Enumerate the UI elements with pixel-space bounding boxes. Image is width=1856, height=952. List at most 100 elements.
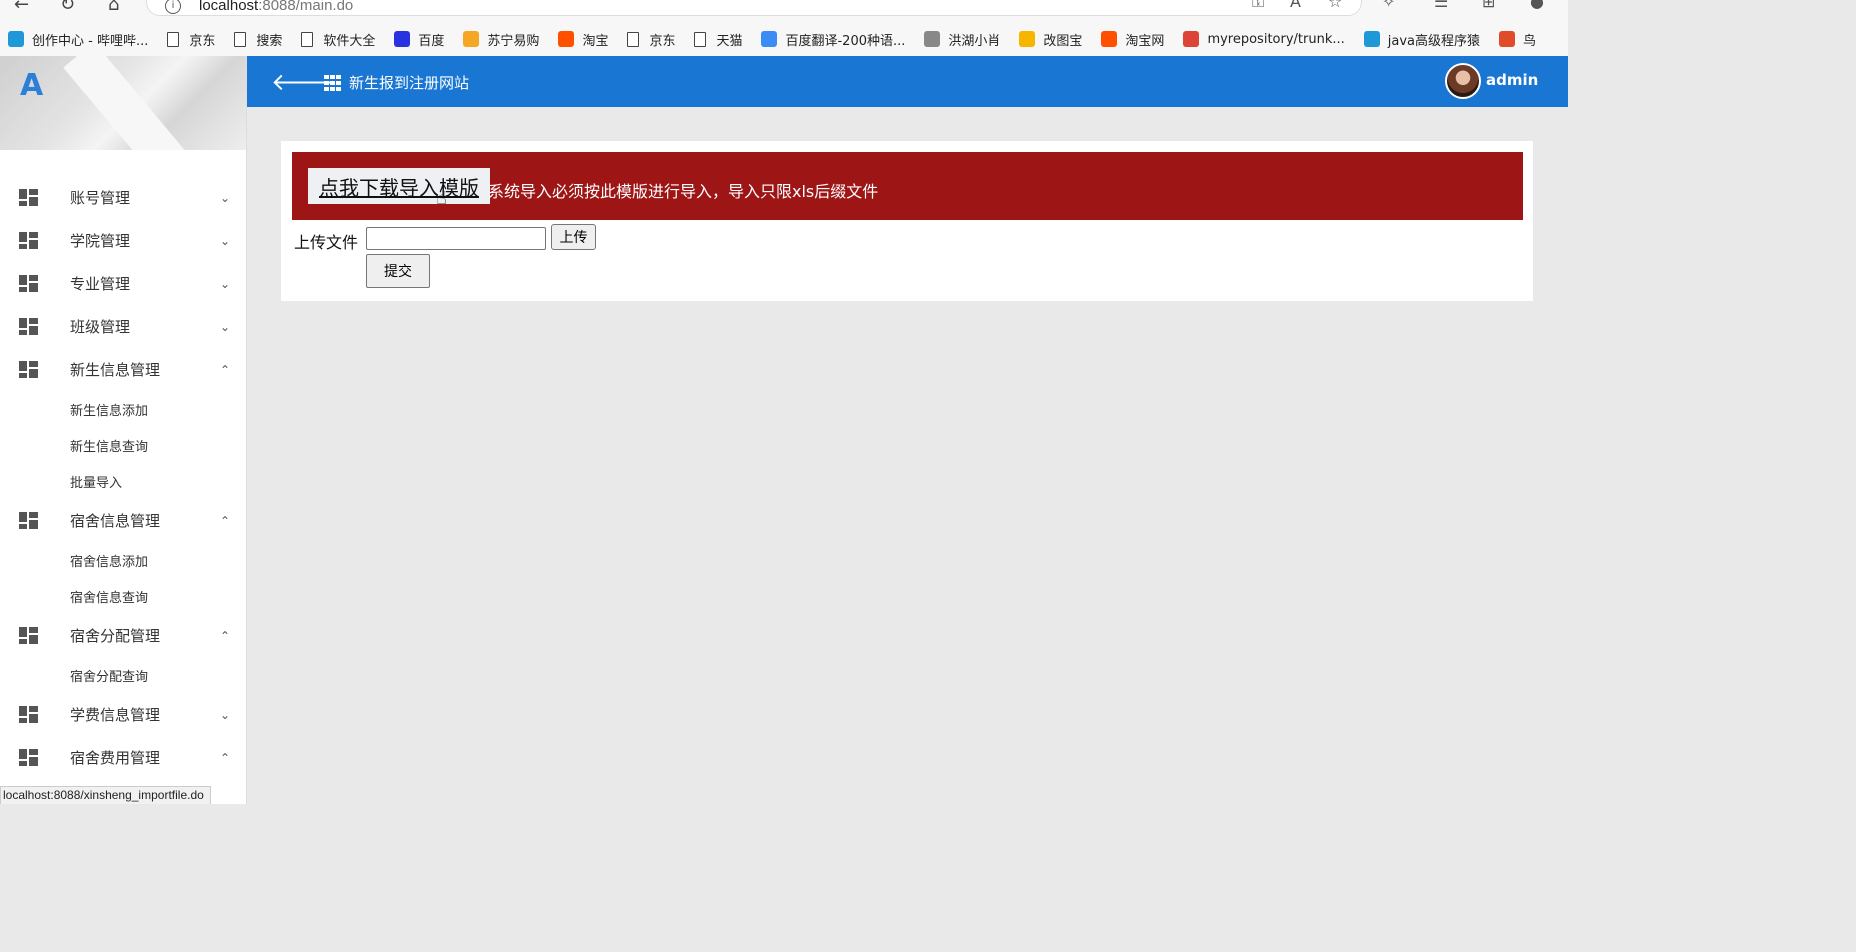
- bookmark-label: 百度: [418, 33, 445, 49]
- gaitubao-icon: [1019, 31, 1036, 47]
- bookmark-item[interactable]: 京东: [627, 30, 675, 49]
- url-path: :8088/main.do: [258, 0, 354, 14]
- extensions-icon[interactable]: ✧: [1382, 0, 1395, 11]
- sidebar-item[interactable]: 专业管理 ⌄: [0, 262, 246, 305]
- taobao-icon: [558, 31, 575, 47]
- page-icon: [694, 31, 707, 47]
- back-icon[interactable]: ←: [14, 0, 29, 15]
- submit-button[interactable]: 提交: [366, 254, 430, 288]
- bookmark-label: 天猫: [716, 33, 743, 49]
- bookmark-label: 百度翻译-200种语...: [785, 33, 906, 49]
- username[interactable]: admin: [1486, 71, 1538, 89]
- bookmark-item[interactable]: 淘宝: [558, 30, 608, 49]
- bookmark-item[interactable]: 京东: [167, 30, 215, 49]
- bookmark-item[interactable]: 天猫: [694, 30, 742, 49]
- dashboard-icon: [19, 706, 38, 723]
- chevron-down-icon: ⌄: [220, 319, 231, 334]
- dashboard-icon: [19, 232, 38, 249]
- bookmark-label: 搜索: [256, 33, 283, 49]
- page-icon: [234, 31, 247, 47]
- bookmark-item[interactable]: 百度翻译-200种语...: [761, 30, 905, 49]
- upload-file-label: 上传文件: [294, 233, 359, 252]
- sidebar-item-label: 宿舍分配管理: [70, 627, 161, 645]
- sidebar-subitem[interactable]: 宿舍信息添加: [0, 542, 246, 578]
- bookmark-item[interactable]: 百度: [394, 30, 444, 49]
- download-template-button[interactable]: 点我下载导入模版: [308, 168, 490, 204]
- sidebar-subitem[interactable]: 新生信息添加: [0, 391, 246, 427]
- sidebar-item-label: 学院管理: [70, 232, 131, 250]
- apps-grid-icon: [324, 75, 342, 91]
- bookmark-item[interactable]: java高级程序猿: [1363, 30, 1481, 49]
- status-bar-url: localhost:8088/xinsheng_importfile.do: [0, 786, 211, 804]
- address-bar[interactable]: i localhost:8088/main.do: [146, 0, 1362, 16]
- site-info-icon[interactable]: i: [165, 0, 181, 14]
- profile-icon[interactable]: ●: [1530, 0, 1544, 11]
- sidebar-item[interactable]: 班级管理 ⌄: [0, 305, 246, 348]
- hand-cursor-icon: ☝: [436, 188, 447, 209]
- sidebar-item[interactable]: 新生信息管理 ⌃: [0, 348, 246, 391]
- sidebar-item-label: 学费信息管理: [70, 706, 161, 724]
- bookmark-item[interactable]: 洪湖小肖: [924, 30, 1000, 49]
- bookmark-item[interactable]: 鸟: [1499, 30, 1536, 49]
- reload-icon[interactable]: ↻: [60, 0, 75, 15]
- bookmark-item[interactable]: 软件大全: [301, 30, 375, 49]
- bookmark-item[interactable]: 淘宝网: [1101, 30, 1164, 49]
- bookmark-label: 苏宁易购: [487, 33, 540, 49]
- bookmark-label: 京东: [649, 33, 676, 49]
- chevron-down-icon: ⌄: [220, 233, 231, 248]
- site-title: 新生报到注册网站: [349, 74, 470, 92]
- sidebar-item[interactable]: 宿舍分配管理 ⌃: [0, 614, 246, 657]
- sidebar-item-label: 专业管理: [70, 275, 131, 293]
- dashboard-icon: [19, 275, 38, 292]
- sidebar-item[interactable]: 宿舍费用管理 ⌃: [0, 736, 246, 779]
- sidebar-item-label: 宿舍费用管理: [70, 749, 161, 767]
- bookmark-item[interactable]: 搜索: [234, 30, 282, 49]
- chevron-up-icon: ⌃: [220, 750, 231, 765]
- chevron-down-icon: ⌄: [220, 707, 231, 722]
- user-avatar[interactable]: [1445, 63, 1481, 99]
- sidebar: A 账号管理 ⌄ 学院管理 ⌄ 专业管理 ⌄ 班级管理 ⌄ 新生信息管理 ⌃ 新生信息添加 新生信息查…: [0, 56, 247, 804]
- read-aloud-icon[interactable]: A: [1290, 0, 1301, 11]
- bird-icon: [1499, 31, 1516, 47]
- page-icon: [167, 31, 180, 47]
- sidebar-item[interactable]: 宿舍信息管理 ⌃: [0, 499, 246, 542]
- bookmark-label: 淘宝: [582, 33, 609, 49]
- favorites-icon[interactable]: ☰: [1434, 0, 1448, 11]
- bookmark-item[interactable]: 创作中心 - 哔哩哔...: [8, 30, 148, 49]
- page-icon: [627, 31, 640, 47]
- bookmark-item[interactable]: 苏宁易购: [463, 30, 539, 49]
- sidebar-item[interactable]: 学费信息管理 ⌄: [0, 693, 246, 736]
- sidebar-item[interactable]: 学院管理 ⌄: [0, 219, 246, 262]
- sidebar-item-label: 班级管理: [70, 318, 131, 336]
- sidebar-subitem[interactable]: 新生信息查询: [0, 427, 246, 463]
- dashboard-icon: [19, 189, 38, 206]
- bookmark-label: 洪湖小肖: [948, 33, 1001, 49]
- header-decoration: [63, 56, 197, 150]
- favorites-add-icon[interactable]: ☆: [1328, 0, 1342, 11]
- dashboard-icon: [19, 627, 38, 644]
- import-panel: 点我下载导入模版 系统导入必须按此模版进行导入，导入只限xls后缀文件 上传文件…: [281, 141, 1533, 301]
- sidebar-subitem[interactable]: 宿舍分配查询: [0, 657, 246, 693]
- collections-icon[interactable]: ⊞: [1482, 0, 1495, 11]
- taobao-icon: [1101, 31, 1118, 47]
- chevron-up-icon: ⌃: [220, 628, 231, 643]
- url-text[interactable]: localhost:8088/main.do: [199, 0, 353, 14]
- sidebar-subitem[interactable]: 宿舍信息查询: [0, 578, 246, 614]
- bilibili-icon: [1363, 31, 1380, 47]
- upload-button[interactable]: 上传: [551, 224, 596, 250]
- sidebar-subitem[interactable]: 批量导入: [0, 463, 246, 499]
- avatar-icon: [924, 31, 941, 47]
- bookmark-label: java高级程序猿: [1387, 33, 1481, 49]
- logo[interactable]: A: [20, 68, 43, 103]
- sidebar-item[interactable]: 账号管理 ⌄: [0, 176, 246, 219]
- bookmark-label: 淘宝网: [1125, 33, 1165, 49]
- key-icon[interactable]: ⚿: [1252, 0, 1264, 12]
- home-icon[interactable]: ⌂: [108, 0, 119, 15]
- chrome-icon: [1183, 31, 1200, 47]
- sidebar-item-label: 账号管理: [70, 189, 131, 207]
- bookmark-item[interactable]: myrepository/trunk...: [1183, 31, 1345, 47]
- file-path-input[interactable]: [366, 227, 546, 250]
- dashboard-icon: [19, 318, 38, 335]
- bookmark-item[interactable]: 改图宝: [1019, 30, 1082, 49]
- fanyi-icon: [761, 31, 778, 47]
